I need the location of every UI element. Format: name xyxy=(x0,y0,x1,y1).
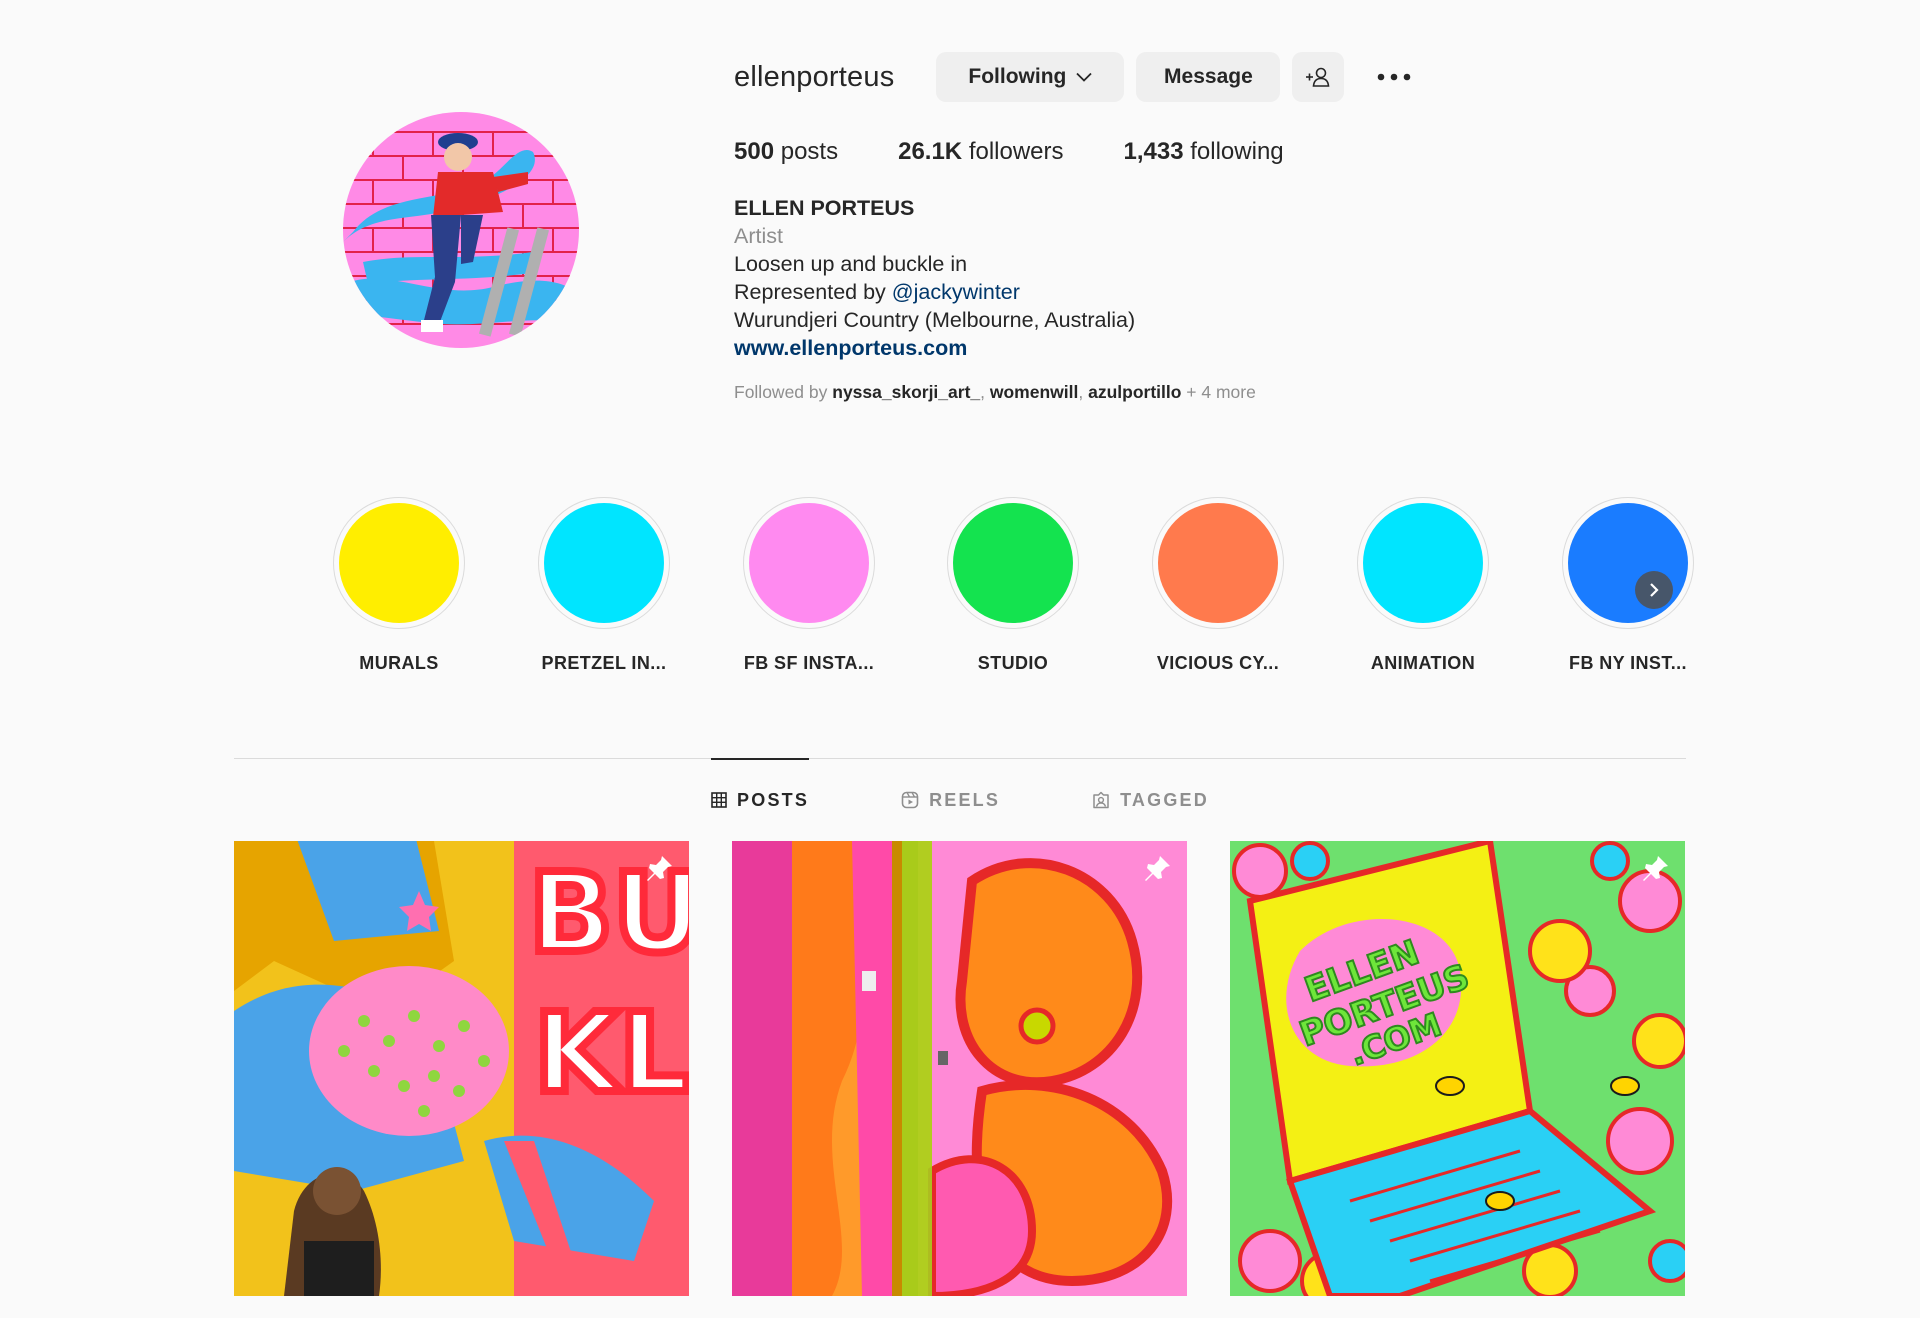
profile-stats: 500 posts 26.1K followers 1,433 followin… xyxy=(734,136,1634,168)
highlight-label: ANIMATION xyxy=(1370,653,1476,673)
represented-by-line: Represented by @jackywinter xyxy=(734,278,1634,306)
highlight-vicious-cy[interactable]: VICIOUS CY... xyxy=(1128,497,1308,674)
grid-icon xyxy=(711,792,727,808)
profile-avatar[interactable] xyxy=(343,112,579,348)
followed-by-account[interactable]: nyssa_skorji_art_ xyxy=(832,382,980,402)
avatar-image xyxy=(343,112,579,348)
highlight-cover xyxy=(1568,503,1688,623)
reels-icon xyxy=(901,791,919,809)
post-image: BU KLE xyxy=(234,841,689,1296)
tagged-icon xyxy=(1093,791,1109,809)
tab-reels[interactable]: REELS xyxy=(901,759,1000,841)
highlight-label: MURALS xyxy=(359,653,439,673)
highlight-ring xyxy=(333,497,465,629)
highlight-ring xyxy=(538,497,670,629)
highlight-ring xyxy=(1562,497,1694,629)
more-options-button[interactable] xyxy=(1374,57,1414,97)
post-image xyxy=(732,841,1187,1296)
following-label: following xyxy=(1190,138,1284,165)
following-stat[interactable]: 1,433 following xyxy=(1124,138,1284,166)
followers-label: followers xyxy=(968,138,1064,165)
posts-grid: BU KL ELLEN PORTEUS .COM xyxy=(234,841,1686,1296)
profile-header: ellenporteus Following Message 500 posts… xyxy=(734,52,1634,403)
tab-label: REELS xyxy=(929,789,1001,810)
followed-by-prefix: Followed by xyxy=(734,382,833,402)
category-label: Artist xyxy=(734,224,783,248)
pinned-icon xyxy=(1145,856,1170,881)
highlight-ring xyxy=(947,497,1079,629)
story-highlights: MURALS PRETZEL IN... FB SF INSTA... STUD… xyxy=(300,497,1694,677)
profile-tabs: POSTS REELS TAGGED xyxy=(234,758,1686,828)
following-count: 1,433 xyxy=(1123,138,1184,165)
highlight-label: VICIOUS CY... xyxy=(1156,653,1280,673)
highlight-label: PRETZEL IN... xyxy=(541,653,667,673)
highlights-next-button[interactable] xyxy=(1635,571,1673,609)
website-link[interactable]: www.ellenporteus.com xyxy=(734,334,1634,362)
represented-prefix: Represented by xyxy=(734,280,892,304)
followed-by[interactable]: Followed by nyssa_skorji_art_, womenwill… xyxy=(734,382,1634,403)
following-button[interactable]: Following xyxy=(936,52,1125,102)
profile-bio: ELLEN PORTEUS Artist Loosen up and buckl… xyxy=(734,194,1634,362)
suggested-users-button[interactable] xyxy=(1292,52,1345,102)
mention-link[interactable]: @jackywinter xyxy=(892,280,1020,304)
highlight-cover xyxy=(1363,503,1483,623)
highlight-cover xyxy=(1158,503,1278,623)
tab-list: POSTS REELS TAGGED xyxy=(234,758,1686,841)
chevron-right-icon xyxy=(1650,583,1659,597)
followers-stat[interactable]: 26.1K followers xyxy=(898,138,1063,166)
pinned-icon xyxy=(647,856,672,881)
highlight-animation[interactable]: ANIMATION xyxy=(1333,497,1513,674)
highlight-studio[interactable]: STUDIO xyxy=(923,497,1103,674)
post-tile[interactable]: BU KLE xyxy=(234,841,689,1296)
pinned-icon xyxy=(1643,856,1668,881)
post-tile[interactable]: ELLEN PORTEUS .COM xyxy=(1230,841,1685,1296)
post-tile[interactable] xyxy=(732,841,1187,1296)
post-image: ELLEN PORTEUS .COM xyxy=(1230,841,1685,1296)
highlight-ring xyxy=(1357,497,1489,629)
followed-by-account[interactable]: womenwill xyxy=(990,382,1078,402)
tab-label: TAGGED xyxy=(1120,789,1209,810)
highlight-cover xyxy=(544,503,664,623)
full-name: ELLEN PORTEUS xyxy=(734,196,915,220)
highlight-pretzel[interactable]: PRETZEL IN... xyxy=(514,497,694,674)
tab-tagged[interactable]: TAGGED xyxy=(1092,759,1209,841)
tab-label: POSTS xyxy=(737,789,810,810)
highlight-cover xyxy=(749,503,869,623)
username: ellenporteus xyxy=(734,60,895,93)
highlight-label: STUDIO xyxy=(977,653,1049,673)
posts-label: posts xyxy=(780,138,839,165)
svg-text:KLE: KLE xyxy=(534,989,689,1117)
add-user-icon xyxy=(1306,67,1330,87)
chevron-down-icon xyxy=(1076,72,1093,82)
highlight-fb-ny[interactable]: FB NY INST... xyxy=(1538,497,1718,674)
followed-by-account[interactable]: azulportillo xyxy=(1088,382,1181,402)
highlight-cover xyxy=(339,503,459,623)
tab-posts[interactable]: POSTS xyxy=(711,758,810,841)
location-line: Wurundjeri Country (Melbourne, Australia… xyxy=(734,308,1136,332)
highlight-murals[interactable]: MURALS xyxy=(309,497,489,674)
highlight-fb-sf[interactable]: FB SF INSTA... xyxy=(719,497,899,674)
posts-count: 500 xyxy=(734,138,775,165)
following-button-label: Following xyxy=(968,65,1067,88)
posts-stat: 500 posts xyxy=(734,138,838,166)
profile-topline: ellenporteus Following Message xyxy=(734,52,1634,102)
more-dots-icon xyxy=(1378,73,1411,81)
highlight-label: FB NY INST... xyxy=(1569,653,1687,673)
bio-line: Loosen up and buckle in xyxy=(734,252,968,276)
followed-by-separator: , xyxy=(980,382,990,402)
followers-count: 26.1K xyxy=(898,138,963,165)
highlight-label: FB SF INSTA... xyxy=(743,653,875,673)
highlight-ring xyxy=(1152,497,1284,629)
message-button[interactable]: Message xyxy=(1136,52,1281,102)
highlight-ring xyxy=(743,497,875,629)
followed-by-more: + 4 more xyxy=(1181,382,1256,402)
highlight-cover xyxy=(953,503,1073,623)
followed-by-separator: , xyxy=(1078,382,1089,402)
